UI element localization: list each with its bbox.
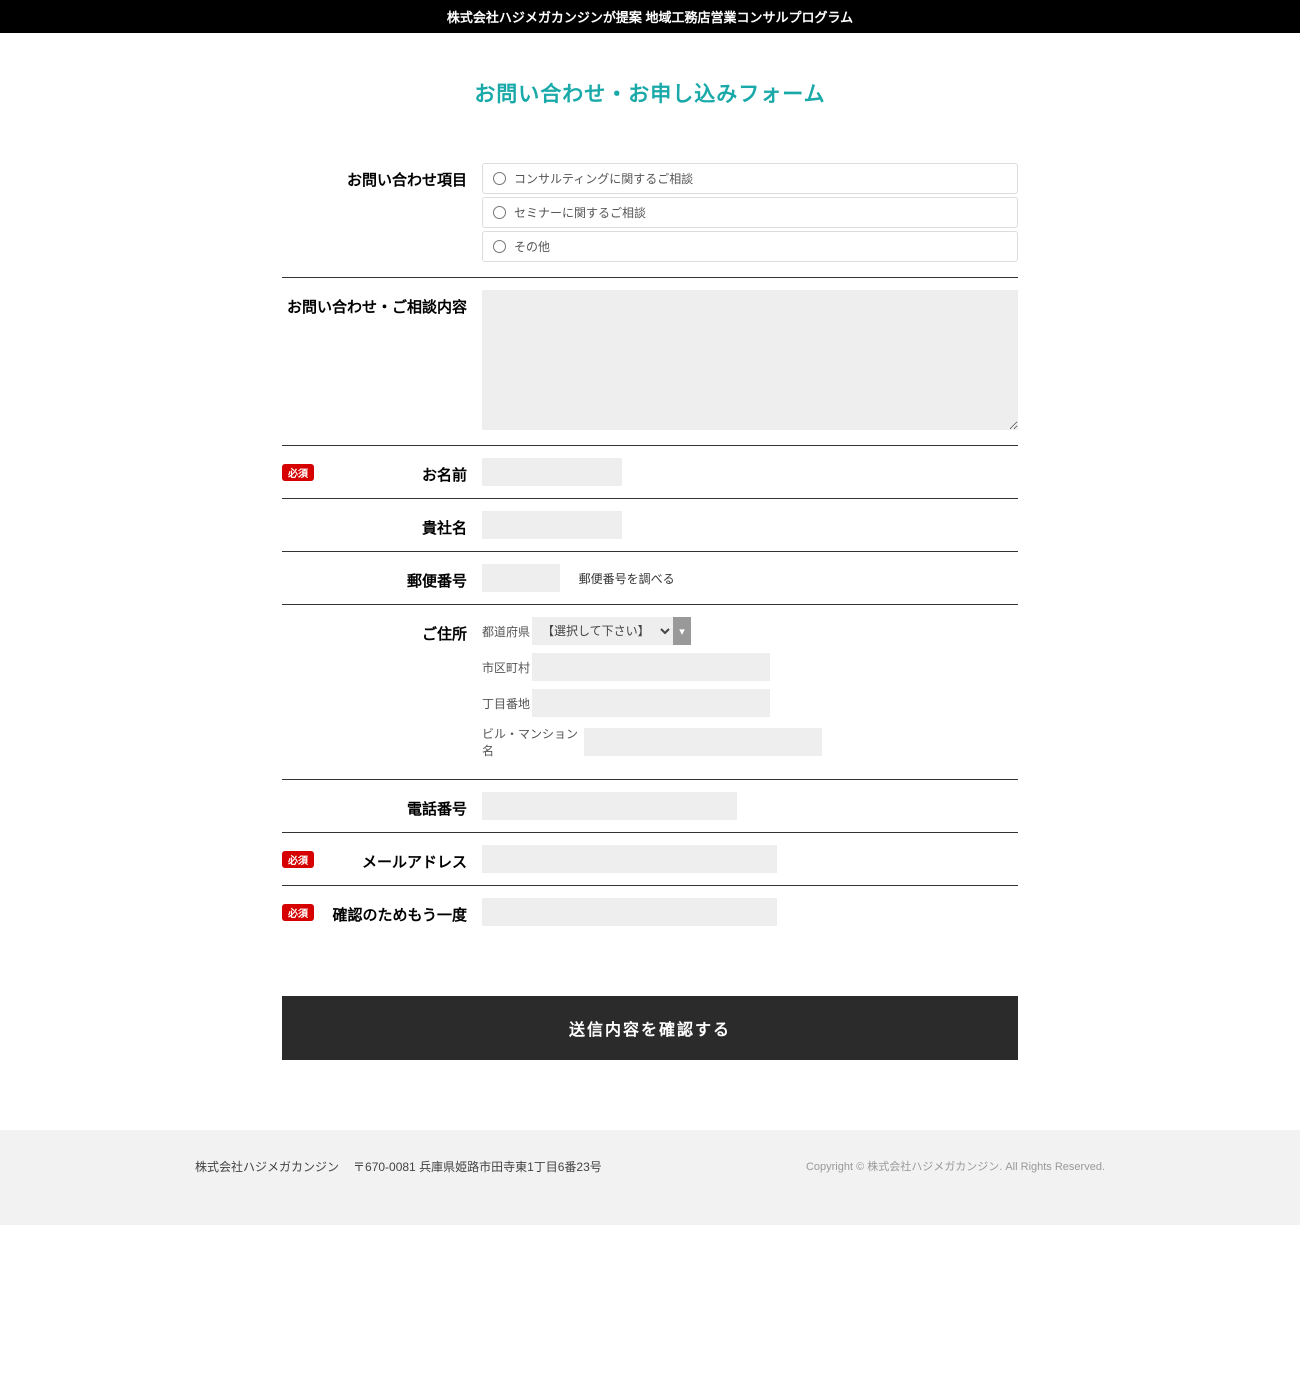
label-email: メールアドレス <box>362 854 467 871</box>
label-prefecture: 都道府県 <box>482 623 532 640</box>
label-city: 市区町村 <box>482 659 532 676</box>
footer-company: 株式会社ハジメガカンジン <box>195 1158 339 1175</box>
content-textarea[interactable] <box>482 290 1018 430</box>
radio-input[interactable] <box>493 240 506 253</box>
label-content: お問い合わせ・ご相談内容 <box>282 290 482 317</box>
city-input[interactable] <box>532 653 770 681</box>
row-name: 必須 お名前 <box>282 446 1018 499</box>
label-name: お名前 <box>422 467 467 484</box>
row-phone: 電話番号 <box>282 780 1018 833</box>
submit-label: 送信内容を確認する <box>569 1022 731 1039</box>
label-building: ビル・マンション名 <box>482 725 584 759</box>
submit-button[interactable]: 送信内容を確認する <box>282 996 1018 1060</box>
radio-label: その他 <box>514 238 550 255</box>
label-inquiry-type: お問い合わせ項目 <box>282 163 482 190</box>
zip-input[interactable] <box>482 564 560 592</box>
top-bar-title: 株式会社ハジメガカンジンが提案 地域工務店営業コンサルプログラム <box>447 10 853 25</box>
radio-option-other[interactable]: その他 <box>482 231 1018 262</box>
radio-label: セミナーに関するご相談 <box>514 204 646 221</box>
label-email-confirm: 確認のためもう一度 <box>332 907 467 924</box>
row-zip: 郵便番号 郵便番号を調べる <box>282 552 1018 605</box>
required-badge: 必須 <box>282 464 314 481</box>
radio-input[interactable] <box>493 172 506 185</box>
building-input[interactable] <box>584 728 822 756</box>
row-company: 貴社名 <box>282 499 1018 552</box>
street-input[interactable] <box>532 689 770 717</box>
label-phone: 電話番号 <box>282 792 482 819</box>
footer-address: 〒670-0081 兵庫県姫路市田寺東1丁目6番23号 <box>353 1158 602 1175</box>
footer: 株式会社ハジメガカンジン 〒670-0081 兵庫県姫路市田寺東1丁目6番23号… <box>0 1130 1300 1225</box>
row-address: ご住所 都道府県 【選択して下さい】 ▾ 市区町村 丁目番地 ビル・ <box>282 605 1018 780</box>
label-zip: 郵便番号 <box>282 564 482 591</box>
label-company: 貴社名 <box>282 511 482 538</box>
contact-form: お問い合わせ項目 コンサルティングに関するご相談 セミナーに関するご相談 その他… <box>282 163 1018 1060</box>
radio-label: コンサルティングに関するご相談 <box>514 170 693 187</box>
required-badge: 必須 <box>282 851 314 868</box>
company-input[interactable] <box>482 511 622 539</box>
row-inquiry-type: お問い合わせ項目 コンサルティングに関するご相談 セミナーに関するご相談 その他 <box>282 163 1018 278</box>
row-email-confirm: 必須 確認のためもう一度 <box>282 886 1018 938</box>
form-title: お問い合わせ・お申し込みフォーム <box>0 78 1300 108</box>
row-content: お問い合わせ・ご相談内容 <box>282 278 1018 446</box>
radio-option-seminar[interactable]: セミナーに関するご相談 <box>482 197 1018 228</box>
zip-lookup-link[interactable]: 郵便番号を調べる <box>579 572 675 586</box>
email-confirm-input[interactable] <box>482 898 777 926</box>
label-address: ご住所 <box>282 617 482 644</box>
chevron-down-icon: ▾ <box>673 617 691 645</box>
prefecture-select-wrap[interactable]: 【選択して下さい】 ▾ <box>532 617 691 645</box>
row-email: 必須 メールアドレス <box>282 833 1018 886</box>
top-bar: 株式会社ハジメガカンジンが提案 地域工務店営業コンサルプログラム <box>0 0 1300 33</box>
label-street: 丁目番地 <box>482 695 532 712</box>
prefecture-select[interactable]: 【選択して下さい】 <box>532 617 673 645</box>
name-input[interactable] <box>482 458 622 486</box>
radio-option-consulting[interactable]: コンサルティングに関するご相談 <box>482 163 1018 194</box>
phone-input[interactable] <box>482 792 737 820</box>
email-input[interactable] <box>482 845 777 873</box>
footer-copyright: Copyright © 株式会社ハジメガカンジン. All Rights Res… <box>806 1158 1105 1175</box>
required-badge: 必須 <box>282 904 314 921</box>
radio-input[interactable] <box>493 206 506 219</box>
